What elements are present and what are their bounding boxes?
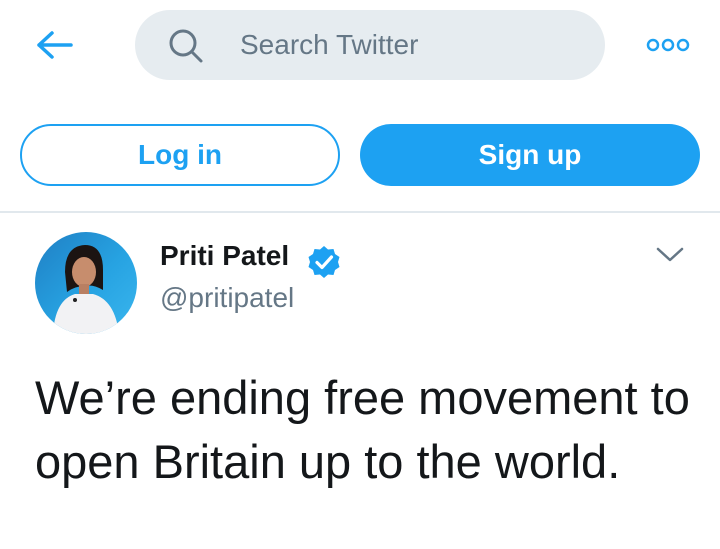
tweet-text: We’re ending free movement to open Brita…: [35, 371, 690, 488]
tweet-page: Log in Sign up Priti Patel: [0, 0, 720, 549]
back-button[interactable]: [30, 24, 78, 66]
tweet-menu-button[interactable]: [652, 240, 688, 270]
avatar[interactable]: [35, 232, 137, 334]
search-input[interactable]: [240, 10, 580, 80]
search-bar[interactable]: [135, 10, 605, 80]
divider: [0, 211, 720, 213]
chevron-down-icon: [656, 247, 684, 262]
top-bar: [0, 0, 720, 92]
avatar-photo: [35, 232, 137, 334]
more-options-icon: [646, 38, 690, 52]
login-button[interactable]: Log in: [20, 124, 340, 186]
more-options-button[interactable]: [642, 30, 694, 60]
verified-badge-icon: [308, 246, 340, 278]
author-name[interactable]: Priti Patel: [160, 240, 289, 272]
arrow-left-icon: [37, 31, 73, 59]
signup-button[interactable]: Sign up: [360, 124, 700, 186]
author-handle[interactable]: @pritipatel: [160, 282, 294, 314]
search-icon: [169, 29, 203, 63]
